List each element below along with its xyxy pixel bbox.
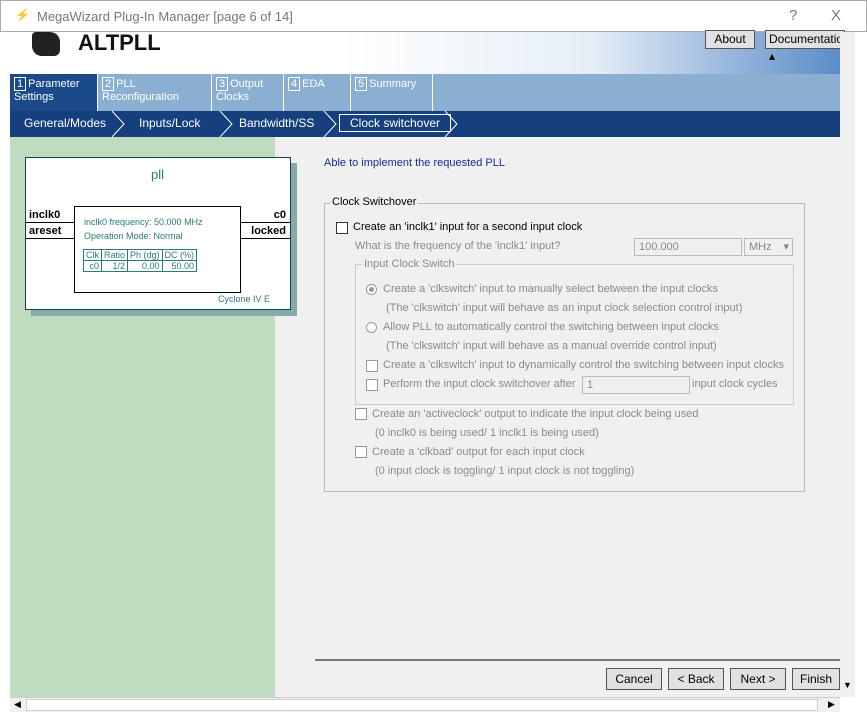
- tab-number: 5: [355, 77, 368, 91]
- product-name: ALTPLL: [78, 30, 161, 55]
- title-bar: ⚡ MegaWizard Plug-In Manager [page 6 of …: [0, 0, 867, 32]
- scroll-thumb[interactable]: [26, 699, 818, 711]
- create-inclk1-checkbox[interactable]: [336, 222, 348, 234]
- switchover-cycles-input[interactable]: 1: [582, 376, 690, 394]
- activeclock-checkbox[interactable]: [355, 408, 367, 420]
- manual-switch-label: Create a 'clkswitch' input to manually s…: [383, 283, 718, 295]
- chevron-right-icon: [323, 111, 337, 137]
- auto-switch-radio[interactable]: [366, 322, 377, 333]
- unit-value: MHz: [749, 241, 772, 253]
- step-nav: General/Modes Inputs/Lock Bandwidth/SS C…: [10, 111, 840, 137]
- wizard-tabs: 1 Parameter Settings 2 PLL Reconfiguration…: [10, 74, 840, 111]
- pll-core: inclk0 frequency: 50.000 MHz Operation M…: [74, 206, 241, 293]
- vertical-scrollbar[interactable]: ▼: [840, 32, 855, 697]
- dynamic-switch-checkbox[interactable]: [366, 360, 378, 372]
- finish-button[interactable]: Finish: [792, 668, 840, 690]
- port-c0: c0: [273, 209, 286, 221]
- app-icon: ⚡: [15, 8, 30, 22]
- activeclock-note: (0 inclk0 is being used/ 1 inclk1 is bei…: [375, 427, 599, 439]
- separator: [315, 659, 840, 661]
- scroll-right-icon[interactable]: ▶: [828, 699, 835, 710]
- next-button[interactable]: Next >: [730, 668, 786, 690]
- cell: 50.00: [161, 260, 198, 272]
- cycles-unit: input clock cycles: [692, 378, 778, 390]
- chevron-right-icon: [444, 111, 458, 137]
- port-locked: locked: [251, 225, 286, 237]
- tab-number: 3: [216, 77, 229, 91]
- device-family: Cyclone IV E: [217, 294, 270, 304]
- switchover-after-checkbox[interactable]: [366, 379, 378, 391]
- header-cell: Clk: [83, 249, 102, 261]
- tab-number: 2: [102, 77, 115, 91]
- activeclock-label: Create an 'activeclock' output to indica…: [372, 408, 699, 420]
- scroll-down-icon[interactable]: ▼: [843, 680, 852, 690]
- subgroup-title: Input Clock Switch: [362, 258, 457, 270]
- pll-name: pll: [151, 167, 165, 182]
- manual-switch-radio[interactable]: [366, 284, 377, 295]
- tab-eda[interactable]: 4 EDA: [284, 74, 351, 111]
- tab-output-clocks[interactable]: 3 Output Clocks: [212, 74, 284, 111]
- tab-number: 1: [14, 77, 27, 91]
- close-button[interactable]: X: [831, 7, 841, 24]
- tab-parameter-settings[interactable]: 1 Parameter Settings: [10, 74, 98, 111]
- auto-switch-note: (The 'clkswitch' input will behave as a …: [386, 340, 717, 352]
- create-inclk1-label: Create an 'inclk1' input for a second in…: [353, 221, 583, 233]
- port-areset: areset: [29, 225, 62, 237]
- documentation-button[interactable]: Documentation ▴: [765, 30, 850, 63]
- about-button[interactable]: About: [705, 30, 755, 49]
- pll-mode: Operation Mode: Normal: [84, 231, 183, 241]
- scroll-left-icon[interactable]: ◀: [14, 699, 21, 710]
- port-inclk0: inclk0: [29, 209, 61, 221]
- chevron-right-icon: [111, 111, 125, 137]
- tab-label: Summary: [369, 78, 417, 90]
- banner: ALTPLL About Documentation ▴: [10, 30, 850, 74]
- clkbad-label: Create a 'clkbad' output for each input …: [372, 446, 585, 458]
- manual-switch-note: (The 'clkswitch' input will behave as an…: [386, 302, 743, 314]
- status-message: Able to implement the requested PLL: [324, 157, 506, 169]
- altera-logo-icon: [32, 32, 60, 56]
- step-clock-switchover[interactable]: Clock switchover: [339, 114, 452, 132]
- frequency-unit-select[interactable]: MHz ▾: [744, 238, 793, 256]
- tab-summary[interactable]: 5 Summary: [351, 74, 433, 111]
- freq-question: What is the frequency of the 'inclk1' in…: [355, 240, 561, 252]
- pll-block-diagram: pll inclk0 areset c0 locked inclk0 frequ…: [25, 157, 291, 310]
- auto-switch-label: Allow PLL to automatically control the s…: [383, 321, 719, 333]
- dynamic-switch-label: Create a 'clkswitch' input to dynamicall…: [383, 359, 785, 371]
- group-title: Clock Switchover: [330, 196, 419, 208]
- documentation-label: Documentation: [769, 32, 850, 46]
- step-bandwidth-ss[interactable]: Bandwidth/SS: [239, 116, 314, 130]
- chevron-right-icon: [219, 111, 233, 137]
- tab-pll-reconfiguration[interactable]: 2 PLL Reconfiguration: [98, 74, 212, 111]
- horizontal-scrollbar[interactable]: ◀ ▶: [10, 697, 840, 712]
- clkbad-checkbox[interactable]: [355, 446, 367, 458]
- header-cell: Ratio: [100, 249, 129, 261]
- cancel-button[interactable]: Cancel: [606, 668, 662, 690]
- step-general-modes[interactable]: General/Modes: [24, 116, 106, 130]
- window-title: MegaWizard Plug-In Manager [page 6 of 14…: [37, 9, 293, 24]
- step-inputs-lock[interactable]: Inputs/Lock: [139, 116, 200, 130]
- clkbad-note: (0 input clock is toggling/ 1 input cloc…: [375, 465, 635, 477]
- header-cell: DC (%): [161, 249, 198, 261]
- cell: 0.00: [127, 260, 163, 272]
- tab-label: EDA: [302, 78, 325, 90]
- switchover-after-label: Perform the input clock switchover after: [383, 378, 576, 390]
- chevron-down-icon: ▾: [783, 241, 789, 253]
- cell: c0: [83, 260, 102, 272]
- tab-number: 4: [288, 77, 301, 91]
- cell: 1/2: [100, 260, 129, 272]
- inclk1-frequency-input[interactable]: 100.000: [634, 238, 742, 256]
- help-button[interactable]: ?: [789, 7, 797, 24]
- header-cell: Ph (dg): [127, 249, 163, 261]
- clock-table: Clk Ratio Ph (dg) DC (%) c0 1/2 0.00 50.00: [83, 249, 198, 272]
- pll-frequency: inclk0 frequency: 50.000 MHz: [84, 217, 203, 227]
- back-button[interactable]: < Back: [668, 668, 724, 690]
